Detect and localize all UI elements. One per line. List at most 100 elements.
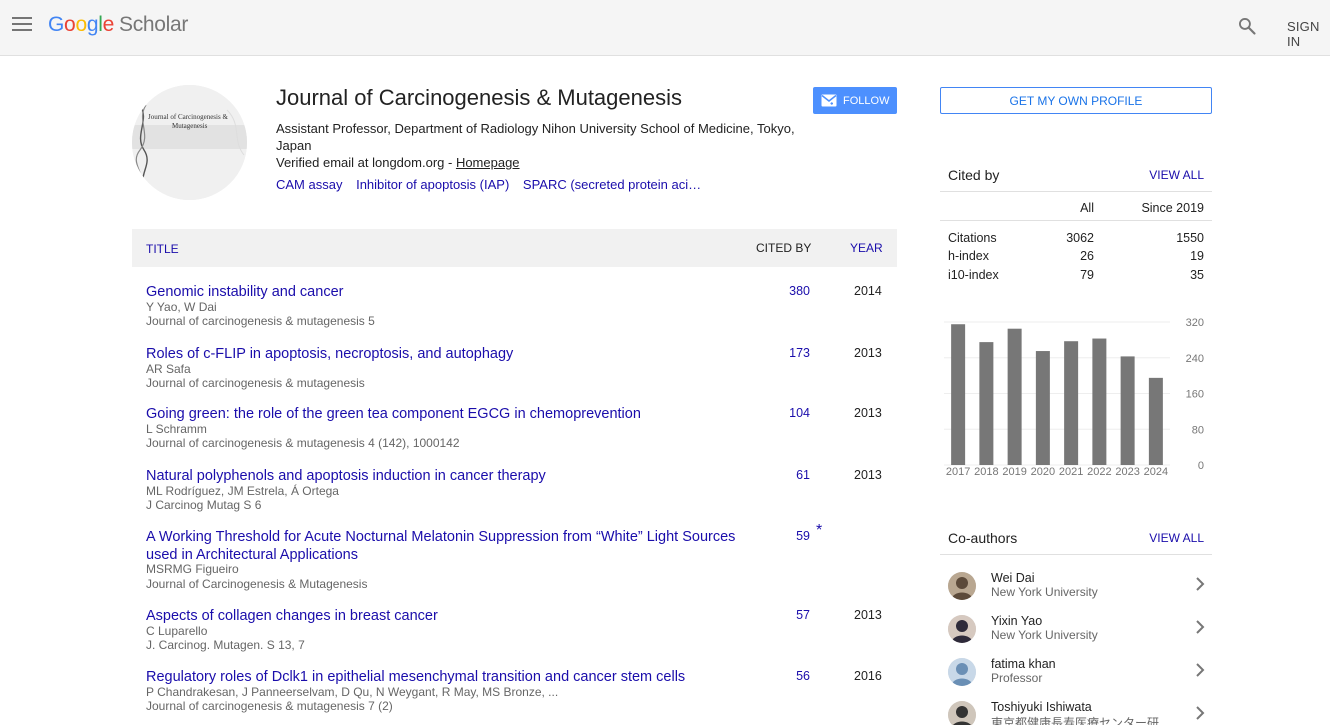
chevron-right-icon[interactable]: [1195, 620, 1205, 634]
metric-since: 1550: [1176, 231, 1204, 245]
coauthor-item[interactable]: Wei Dai New York University: [940, 570, 1212, 613]
article-authors: P Chandrakesan, J Panneerselvam, D Qu, N…: [146, 685, 559, 699]
chart-x-tick-label: 2023: [1115, 466, 1139, 478]
metric-label[interactable]: i10-index: [948, 268, 999, 282]
coauthor-affiliation: 東京都健康長寿医療センター研: [991, 716, 1160, 725]
chart-bar[interactable]: [1035, 351, 1050, 465]
merged-citations-star[interactable]: *: [816, 522, 822, 540]
article-year: 2013: [854, 608, 882, 622]
homepage-link[interactable]: Homepage: [456, 155, 520, 170]
col-all: All: [1080, 201, 1094, 215]
chart-bar[interactable]: [1092, 338, 1107, 465]
coauthor-affiliation: Professor: [991, 671, 1043, 685]
cited-by-title: Cited by: [948, 167, 1000, 183]
article-venue: Journal of carcinogenesis & mutagenesis: [146, 376, 365, 390]
metric-label[interactable]: Citations: [948, 231, 997, 245]
article-title-link[interactable]: Regulatory roles of Dclk1 in epithelial …: [146, 668, 746, 686]
articles-table-header: TITLE CITED BY YEAR: [132, 229, 897, 267]
article-cited-by-link[interactable]: 173: [789, 346, 810, 360]
avatar-text-line-1: Journal of Carcinogenesis &: [148, 113, 228, 121]
article-title-link[interactable]: Roles of c-FLIP in apoptosis, necroptosi…: [146, 345, 746, 363]
chart-x-tick-label: 2018: [974, 466, 998, 478]
cited-by-header: Cited by VIEW ALL: [940, 154, 1212, 192]
sort-by-title[interactable]: TITLE: [146, 242, 179, 256]
coauthor-avatar: [948, 658, 976, 686]
coauthor-item[interactable]: Yixin Yao New York University: [940, 613, 1212, 656]
article-cited-by-link[interactable]: 56: [796, 669, 810, 683]
sort-by-year[interactable]: YEAR: [850, 241, 883, 255]
search-icon[interactable]: [1237, 16, 1257, 36]
coauthor-avatar: [948, 572, 976, 600]
citation-metrics-header: All Since 2019: [940, 193, 1212, 221]
chart-y-tick-label: 240: [1186, 353, 1204, 365]
article-authors: Y Yao, W Dai: [146, 300, 217, 314]
article-venue: Journal of carcinogenesis & mutagenesis …: [146, 436, 460, 450]
chevron-right-icon[interactable]: [1195, 577, 1205, 591]
sign-in-link[interactable]: SIGN IN: [1287, 19, 1330, 49]
article-authors: MSRMG Figueiro: [146, 562, 239, 576]
article-row: Natural polyphenols and apoptosis induct…: [132, 467, 897, 519]
profile-affiliation: Assistant Professor, Department of Radio…: [276, 121, 795, 153]
coauthor-item[interactable]: fatima khan Professor: [940, 656, 1212, 699]
article-year: 2013: [854, 468, 882, 482]
sort-by-cited-by[interactable]: CITED BY: [756, 241, 811, 255]
col-since: Since 2019: [1141, 201, 1204, 215]
profile-name: Journal of Carcinogenesis & Mutagenesis: [276, 85, 683, 110]
google-scholar-logo[interactable]: Google Scholar: [48, 13, 188, 37]
chart-bar[interactable]: [1007, 328, 1022, 465]
article-cited-by-link[interactable]: 57: [796, 608, 810, 622]
chart-bar[interactable]: [1148, 377, 1163, 465]
citation-row: h-index 26 19: [940, 249, 1212, 267]
article-row: Genomic instability and cancer Y Yao, W D…: [132, 283, 897, 335]
article-title-link[interactable]: Genomic instability and cancer: [146, 283, 746, 301]
get-my-own-profile-button[interactable]: GET MY OWN PROFILE: [940, 87, 1212, 114]
chart-y-tick-label: 160: [1186, 389, 1204, 401]
article-cited-by-link[interactable]: 380: [789, 284, 810, 298]
article-cited-by-link[interactable]: 59: [796, 529, 810, 543]
article-cited-by-link[interactable]: 104: [789, 406, 810, 420]
article-authors: AR Safa: [146, 362, 191, 376]
chart-bar[interactable]: [979, 342, 994, 465]
coauthor-name: Toshiyuki Ishiwata: [991, 700, 1092, 714]
metric-label[interactable]: h-index: [948, 249, 989, 263]
chart-bar[interactable]: [951, 324, 966, 465]
chart-bar[interactable]: [1120, 356, 1135, 465]
article-authors: ML Rodríguez, JM Estrela, Á Ortega: [146, 484, 339, 498]
coauthor-avatar: [948, 701, 976, 725]
chart-x-tick-label: 2020: [1031, 466, 1055, 478]
profile-avatar: Journal of Carcinogenesis & Mutagenesis: [132, 85, 247, 200]
chart-x-tick-label: 2022: [1087, 466, 1111, 478]
follow-button[interactable]: FOLLOW: [813, 87, 897, 114]
coauthor-item[interactable]: Toshiyuki Ishiwata 東京都健康長寿医療センター研: [940, 699, 1212, 725]
coauthors-header: Co-authors VIEW ALL: [940, 517, 1212, 555]
article-title-link[interactable]: A Working Threshold for Acute Nocturnal …: [146, 528, 746, 564]
cited-by-view-all[interactable]: VIEW ALL: [1149, 168, 1204, 182]
research-interests: CAM assay Inhibitor of apoptosis (IAP) S…: [276, 177, 711, 192]
interest-link[interactable]: CAM assay: [276, 177, 342, 192]
article-venue: Journal of carcinogenesis & mutagenesis …: [146, 699, 393, 713]
article-title-link[interactable]: Aspects of collagen changes in breast ca…: [146, 607, 746, 625]
hamburger-menu-icon[interactable]: [12, 17, 32, 33]
article-cited-by-link[interactable]: 61: [796, 468, 810, 482]
chevron-right-icon[interactable]: [1195, 663, 1205, 677]
article-title-link[interactable]: Going green: the role of the green tea c…: [146, 405, 746, 423]
interest-link[interactable]: Inhibitor of apoptosis (IAP): [356, 177, 509, 192]
article-row: Roles of c-FLIP in apoptosis, necroptosi…: [132, 345, 897, 397]
coauthor-name: Yixin Yao: [991, 614, 1043, 628]
avatar-text-line-2: Mutagenesis: [172, 122, 208, 130]
article-title-link[interactable]: Natural polyphenols and apoptosis induct…: [146, 467, 746, 485]
chart-bar[interactable]: [1064, 341, 1079, 465]
citation-row: i10-index 79 35: [940, 268, 1212, 286]
coauthors-view-all[interactable]: VIEW ALL: [1149, 531, 1204, 545]
article-authors: C Luparello: [146, 624, 208, 638]
coauthor-name: Wei Dai: [991, 571, 1035, 585]
coauthors-title: Co-authors: [948, 530, 1018, 546]
chevron-right-icon[interactable]: [1195, 706, 1205, 720]
citations-per-year-chart: 320 240 160 80 0 2017 2018 2019 2020 2021 2022 2023…: [944, 317, 1204, 478]
article-venue: J. Carcinog. Mutagen. S 13, 7: [146, 638, 305, 652]
email-follow-icon: [821, 94, 837, 107]
top-bar: Google Scholar SIGN IN: [0, 0, 1330, 56]
article-row: Going green: the role of the green tea c…: [132, 405, 897, 457]
interest-link[interactable]: SPARC (secreted protein aci…: [523, 177, 701, 192]
coauthor-affiliation: New York University: [991, 585, 1098, 599]
